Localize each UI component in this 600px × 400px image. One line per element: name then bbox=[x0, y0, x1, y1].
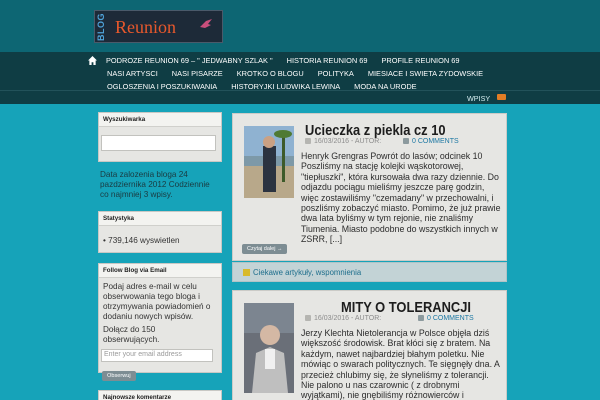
post-thumbnail[interactable] bbox=[244, 303, 294, 393]
post-thumbnail[interactable] bbox=[244, 126, 294, 198]
search-widget: Wyszukiwarka bbox=[98, 112, 222, 162]
recent-comments-widget: Najnowsze komentarze bbox=[98, 390, 222, 400]
comment-icon bbox=[418, 315, 424, 322]
post-excerpt: Henryk Grengras Powrót do lasów; odcinek… bbox=[301, 151, 501, 245]
folder-icon bbox=[243, 269, 250, 276]
follow-widget: Follow Blog via Email Podaj adres e-mail… bbox=[98, 263, 222, 381]
category-link-ciekawe[interactable]: Ciekawe artykuły bbox=[253, 268, 311, 277]
nav-item-pisarze[interactable]: NASI PISARZE bbox=[172, 69, 223, 78]
follow-text: Podaj adres e-mail w celu obserwowania t… bbox=[103, 282, 211, 321]
logo-blog-text: BLOG bbox=[96, 13, 106, 42]
nav-item-swieta[interactable]: MIESIACE I SWIETA ZYDOWSKIE bbox=[368, 69, 483, 78]
category-link-wspomnienia[interactable]: wspomnienia bbox=[316, 268, 362, 277]
post-author-label: AUTOR: bbox=[354, 315, 382, 322]
post-card: MITY O TOLERANCJI 16/03/2016 - AUTOR: 0 … bbox=[232, 290, 507, 400]
nav-item-profile[interactable]: PROFILE REUNION 69 bbox=[381, 56, 459, 65]
follow-count: Dołącz do 150 obserwujących. bbox=[103, 325, 160, 344]
post-meta: 16/03/2016 - AUTOR: bbox=[305, 315, 381, 322]
comments-count: 0 COMMENTS bbox=[412, 138, 459, 145]
search-widget-title: Wyszukiwarka bbox=[99, 113, 221, 127]
post-photo bbox=[244, 303, 294, 393]
post-card: Ucieczka z piekla cz 10 16/03/2016 - AUT… bbox=[232, 113, 507, 261]
post-author-label: AUTOR: bbox=[354, 138, 382, 145]
stats-widget: Statystyka • 739,146 wyswietlen bbox=[98, 211, 222, 253]
posts-bar: WPISY bbox=[0, 90, 600, 104]
follow-widget-title: Follow Blog via Email bbox=[99, 264, 221, 278]
post-meta: 16/03/2016 - AUTOR: bbox=[305, 138, 381, 145]
comment-icon bbox=[403, 138, 409, 145]
follow-button[interactable]: Obserwuj bbox=[102, 371, 136, 381]
comments-link[interactable]: 0 COMMENTS bbox=[418, 315, 474, 322]
home-icon[interactable] bbox=[88, 56, 97, 65]
logo-name: Reunion bbox=[115, 17, 176, 37]
post-date: 16/03/2016 bbox=[314, 138, 350, 145]
bird-icon bbox=[200, 19, 212, 28]
calendar-icon bbox=[305, 315, 311, 322]
blog-info-widget: Data zalozenia bloga 24 pazdziernika 201… bbox=[98, 166, 222, 206]
site-header: BLOG Reunion bbox=[0, 0, 600, 52]
post-date: 16/03/2016 bbox=[314, 315, 350, 322]
post-title[interactable]: Ucieczka z piekla cz 10 bbox=[305, 122, 446, 139]
post-title[interactable]: MITY O TOLERANCJI bbox=[341, 299, 471, 316]
recent-comments-title: Najnowsze komentarze bbox=[99, 391, 221, 400]
calendar-icon bbox=[305, 138, 311, 145]
nav-item-polityka[interactable]: POLITYKA bbox=[318, 69, 354, 78]
site-logo[interactable]: BLOG Reunion bbox=[94, 10, 223, 43]
stats-count: 739,146 wyswietlen bbox=[108, 236, 180, 245]
post-photo bbox=[244, 126, 294, 198]
nav-item-podroze[interactable]: PODROZE REUNION 69 – " JEDWABNY SZLAK " bbox=[106, 56, 273, 65]
email-field[interactable]: Enter your email address bbox=[101, 349, 213, 362]
comments-count: 0 COMMENTS bbox=[427, 315, 474, 322]
post-categories: Ciekawe artykuły, wspomnienia bbox=[232, 262, 507, 282]
search-input[interactable] bbox=[101, 135, 216, 151]
rss-icon[interactable] bbox=[497, 94, 506, 100]
wpisy-link[interactable]: WPISY bbox=[467, 94, 490, 103]
nav-item-historia[interactable]: HISTORIA REUNION 69 bbox=[287, 56, 368, 65]
post-excerpt: Jerzy Klechta Nietolerancja w Polsce obj… bbox=[301, 328, 500, 400]
read-more-button[interactable]: Czytaj dalej → bbox=[242, 244, 288, 254]
nav-item-artysci[interactable]: NASI ARTYSCI bbox=[107, 69, 158, 78]
nav-item-o-blogu[interactable]: KROTKO O BLOGU bbox=[237, 69, 304, 78]
blog-info-text: Data zalozenia bloga 24 pazdziernika 201… bbox=[100, 170, 210, 199]
comments-link[interactable]: 0 COMMENTS bbox=[403, 138, 459, 145]
stats-widget-title: Statystyka bbox=[99, 212, 221, 226]
stats-value: • 739,146 wyswietlen bbox=[99, 226, 221, 246]
